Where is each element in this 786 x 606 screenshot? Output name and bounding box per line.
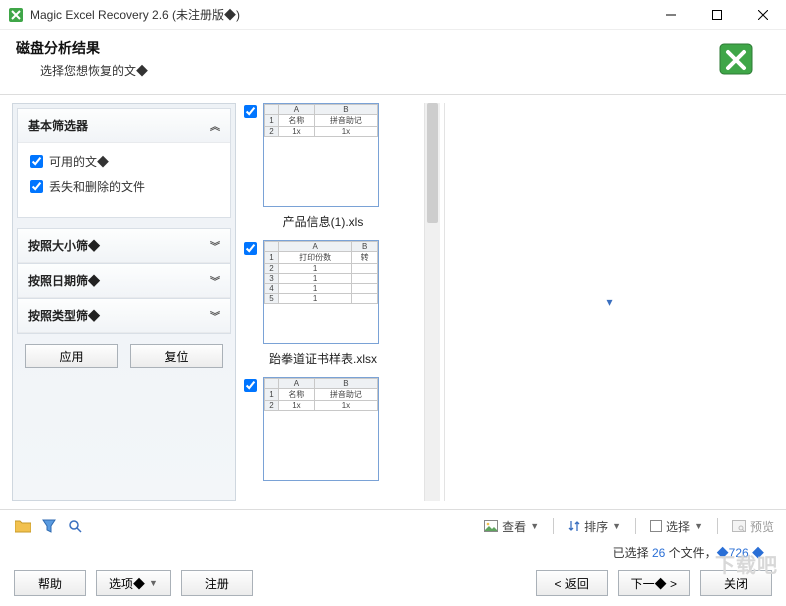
- status-prefix: 已选择: [613, 546, 652, 560]
- preview-pane: ▾: [444, 103, 774, 501]
- file-thumbnail[interactable]: AB1名称拼音助记21x1x: [263, 377, 379, 481]
- app-icon: [8, 7, 24, 23]
- footer-buttons: 帮助 选项◆ ▼ 注册 < 返回 下一◆ > 关闭: [0, 562, 786, 606]
- folder-icon[interactable]: [14, 517, 32, 535]
- preview-button[interactable]: 预览: [732, 518, 774, 535]
- page-header: 磁盘分析结果 选择您想恢复的文◆: [0, 30, 786, 94]
- filter-by-type: 按照类型筛◆ ︾: [17, 299, 231, 334]
- dropdown-icon: ▼: [530, 521, 539, 531]
- file-item[interactable]: AB1名称拼音助记21x1x: [242, 377, 424, 487]
- main-area: 基本筛选器 ︽ 可用的文◆ 丢失和删除的文件 按照大小筛◆ ︾: [0, 94, 786, 510]
- page-subtitle: 选择您想恢复的文◆: [40, 62, 716, 79]
- options-label: 选项◆: [109, 575, 145, 592]
- window-controls: [648, 0, 786, 30]
- filter-size-header[interactable]: 按照大小筛◆ ︾: [18, 229, 230, 263]
- sort-icon: [568, 520, 580, 532]
- file-thumbnail[interactable]: AB1打印份数转21314151: [263, 240, 379, 344]
- file-item[interactable]: AB1名称拼音助记21x1x 产品信息(1).xls: [242, 103, 424, 230]
- excel-logo-icon: [716, 38, 760, 82]
- filter-basic-label: 基本筛选器: [28, 117, 88, 134]
- apply-button[interactable]: 应用: [25, 344, 118, 368]
- file-list: AB1名称拼音助记21x1x 产品信息(1).xls AB1打印份数转2131415…: [242, 103, 424, 501]
- sort-label: 排序: [584, 518, 608, 535]
- scrollbar[interactable]: [424, 103, 440, 501]
- chevron-down-icon: ︾: [210, 238, 220, 253]
- chevron-down-icon: ︾: [210, 273, 220, 288]
- file-checkbox[interactable]: [244, 379, 257, 392]
- filter-icon[interactable]: [40, 517, 58, 535]
- filter-sidebar: 基本筛选器 ︽ 可用的文◆ 丢失和删除的文件 按照大小筛◆ ︾: [12, 103, 236, 501]
- back-button[interactable]: < 返回: [536, 570, 608, 596]
- scrollbar-thumb[interactable]: [427, 103, 438, 223]
- filter-date-label: 按照日期筛◆: [28, 272, 100, 289]
- chevron-up-icon: ︽: [210, 118, 220, 133]
- status-mid: 个文件，: [665, 546, 716, 560]
- lost-deleted-checkbox[interactable]: [30, 180, 43, 193]
- file-name: 产品信息(1).xls: [263, 213, 383, 230]
- filter-type-label: 按照类型筛◆: [28, 307, 100, 324]
- view-label: 查看: [502, 518, 526, 535]
- available-files-label: 可用的文◆: [49, 153, 109, 170]
- picture-icon: [484, 520, 498, 532]
- options-button[interactable]: 选项◆ ▼: [96, 570, 171, 596]
- file-thumbnail[interactable]: AB1名称拼音助记21x1x: [263, 103, 379, 207]
- file-name: 跆拳道证书样表.xlsx: [263, 350, 383, 367]
- filter-size-label: 按照大小筛◆: [28, 237, 100, 254]
- status-count: 26: [652, 546, 665, 560]
- file-item[interactable]: AB1打印份数转21314151 跆拳道证书样表.xlsx: [242, 240, 424, 367]
- minimize-button[interactable]: [648, 0, 694, 30]
- view-menu[interactable]: 查看 ▼: [484, 518, 539, 535]
- filter-lost-deleted[interactable]: 丢失和删除的文件: [30, 178, 218, 195]
- filter-basic-header[interactable]: 基本筛选器 ︽: [18, 109, 230, 143]
- bottom-toolbar: 查看 ▼ 排序 ▼ 选择 ▼ 预览: [0, 510, 786, 540]
- filter-date-header[interactable]: 按照日期筛◆ ︾: [18, 264, 230, 298]
- select-label: 选择: [666, 518, 690, 535]
- checkbox-icon: [650, 520, 662, 532]
- filter-available-files[interactable]: 可用的文◆: [30, 153, 218, 170]
- collapse-arrow-icon[interactable]: ▾: [606, 295, 612, 309]
- page-title: 磁盘分析结果: [16, 38, 716, 58]
- file-checkbox[interactable]: [244, 242, 257, 255]
- register-button[interactable]: 注册: [181, 570, 253, 596]
- file-checkbox[interactable]: [244, 105, 257, 118]
- magnifier-icon[interactable]: [66, 517, 84, 535]
- filter-basic: 基本筛选器 ︽ 可用的文◆ 丢失和删除的文件: [17, 108, 231, 218]
- reset-button[interactable]: 复位: [130, 344, 223, 368]
- close-button[interactable]: [740, 0, 786, 30]
- window-title: Magic Excel Recovery 2.6 (未注册版◆): [30, 6, 648, 23]
- preview-label: 预览: [750, 518, 774, 535]
- preview-icon: [732, 520, 746, 532]
- status-bar: 已选择 26 个文件，◆726 ◆: [0, 540, 786, 562]
- sort-menu[interactable]: 排序 ▼: [568, 518, 621, 535]
- available-files-checkbox[interactable]: [30, 155, 43, 168]
- maximize-button[interactable]: [694, 0, 740, 30]
- filter-type-header[interactable]: 按照类型筛◆ ︾: [18, 299, 230, 333]
- dropdown-icon: ▼: [149, 578, 158, 588]
- select-menu[interactable]: 选择 ▼: [650, 518, 703, 535]
- filter-by-date: 按照日期筛◆ ︾: [17, 264, 231, 299]
- lost-deleted-label: 丢失和删除的文件: [49, 178, 145, 195]
- titlebar: Magic Excel Recovery 2.6 (未注册版◆): [0, 0, 786, 30]
- file-panel: AB1名称拼音助记21x1x 产品信息(1).xls AB1打印份数转2131415…: [242, 103, 774, 501]
- dropdown-icon: ▼: [612, 521, 621, 531]
- dropdown-icon: ▼: [694, 521, 703, 531]
- next-button[interactable]: 下一◆ >: [618, 570, 690, 596]
- filter-by-size: 按照大小筛◆ ︾: [17, 228, 231, 264]
- chevron-down-icon: ︾: [210, 308, 220, 323]
- help-button[interactable]: 帮助: [14, 570, 86, 596]
- close-footer-button[interactable]: 关闭: [700, 570, 772, 596]
- status-size: ◆726 ◆: [717, 546, 764, 560]
